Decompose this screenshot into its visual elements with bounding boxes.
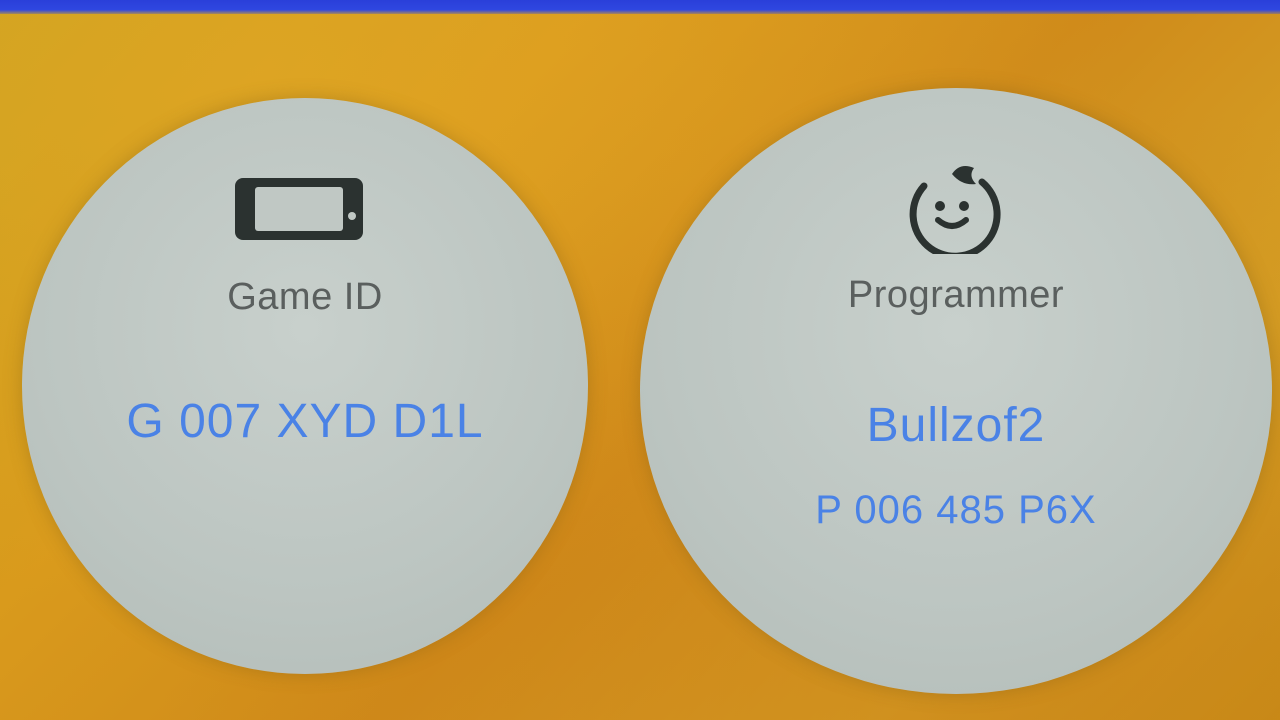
top-bar — [0, 0, 1280, 14]
game-id-value: G 007 XYD D1L — [126, 395, 484, 448]
programmer-name: Bullzof2 — [866, 399, 1046, 452]
programmer-label: Programmer — [847, 274, 1065, 316]
face-icon — [909, 166, 1001, 254]
game-id-card: Game ID G 007 XYD D1L — [22, 98, 588, 674]
programmer-id: P 006 485 P6X — [815, 488, 1097, 532]
programmer-card: Programmer Bullzof2 P 006 485 P6X — [640, 88, 1272, 694]
handheld-console-icon — [235, 178, 363, 240]
game-id-label: Game ID — [227, 276, 383, 318]
